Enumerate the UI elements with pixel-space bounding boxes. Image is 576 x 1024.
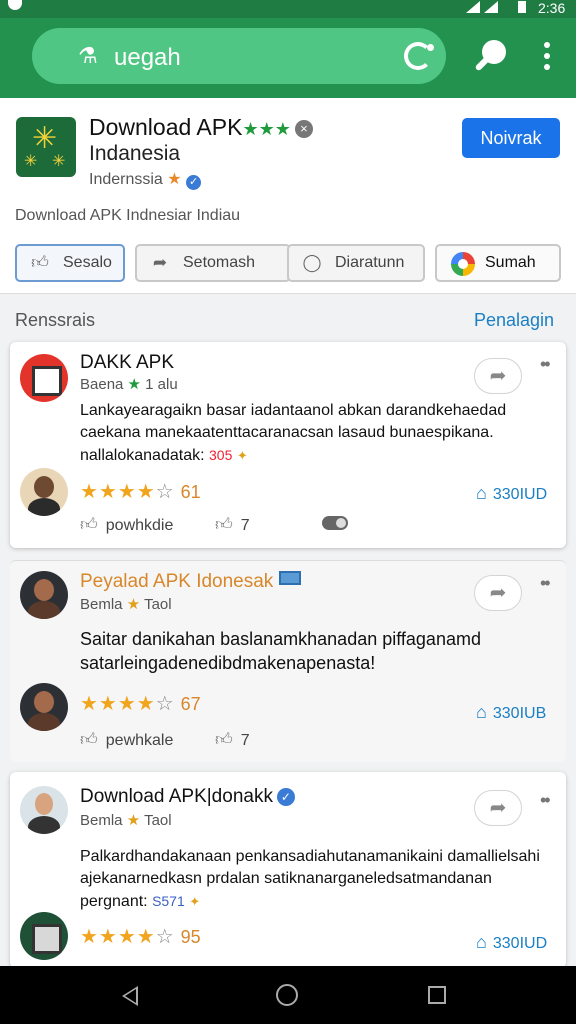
star-icon: ★ xyxy=(126,812,141,829)
star-rating: ★★★★☆ 95 xyxy=(80,926,201,948)
more-menu-icon[interactable] xyxy=(540,42,554,72)
flask-icon: ⚗ xyxy=(78,43,98,68)
avatar xyxy=(20,571,68,619)
close-badge-icon: × xyxy=(294,120,313,138)
tag-icon: ⌂ xyxy=(476,932,487,952)
app-title: Download APK★★★ × xyxy=(89,114,313,141)
review-name: Peyalad APK Idonesak xyxy=(80,571,302,593)
back-icon[interactable] xyxy=(122,986,138,1006)
battery-icon xyxy=(518,1,526,13)
review-meta: Bemla ★ Taol xyxy=(80,812,172,829)
star-rating: ★★★★☆ 61 xyxy=(80,481,201,503)
like-count[interactable]: 👍︎ 7 xyxy=(215,729,250,750)
like-action[interactable]: 👍︎ powhkdie xyxy=(80,514,173,535)
share-button[interactable]: ➦ xyxy=(474,790,522,826)
wifi-icon xyxy=(466,1,480,13)
thumbs-up-icon: 👍︎ xyxy=(215,730,233,749)
review-body: Lankayearagaikn basar iadantaanol abkan … xyxy=(80,402,507,464)
price-tag[interactable]: ⌂ 330IUD xyxy=(476,483,547,504)
badge-icon xyxy=(279,571,302,585)
comment-icon: ◯ xyxy=(302,253,322,272)
price-tag[interactable]: ⌂ 330IUD xyxy=(476,932,547,953)
status-bar: 2:36 xyxy=(0,0,576,18)
app-icon: ✳ ✳ ✳ xyxy=(16,117,76,177)
review-meta: Baena ★ 1 alu xyxy=(80,376,178,393)
like-action[interactable]: 👍︎ pewhkale xyxy=(80,729,173,750)
install-button[interactable]: Noivrak xyxy=(462,118,560,158)
app-description: Download APK Indnesiar Indiau xyxy=(15,207,241,224)
recents-icon[interactable] xyxy=(428,986,446,1004)
app-subtitle: Indanesia xyxy=(89,142,181,165)
gem-icon: ✦ xyxy=(236,448,248,463)
chip-comment[interactable]: ◯ Diaratunn xyxy=(287,244,425,282)
home-icon[interactable] xyxy=(276,984,298,1006)
title-stars: ★★★ xyxy=(242,119,291,139)
status-time: 2:36 xyxy=(538,0,566,16)
star-icon: ★ xyxy=(167,171,182,188)
review-body: Palkardhandakanaan penkansadiahutanamani… xyxy=(80,848,540,910)
google-icon xyxy=(451,252,475,276)
thumbs-up-icon: 👍︎ xyxy=(80,515,98,534)
thumbs-up-icon: 👍︎ xyxy=(215,515,233,534)
price-tag[interactable]: ⌂ 330IUB xyxy=(476,702,546,723)
review-meta: Bemla ★ Taol xyxy=(80,596,172,613)
verified-icon: ✓ xyxy=(276,788,295,806)
review-name: DAKK APK xyxy=(80,352,174,373)
more-icon[interactable]: •• xyxy=(540,790,551,811)
review-card: Download APK|donakk ✓ Bemla ★ Taol ➦ •• P… xyxy=(10,772,566,968)
more-icon[interactable]: •• xyxy=(540,573,551,594)
toggle-switch[interactable] xyxy=(322,516,348,530)
chip-google[interactable]: Sumah xyxy=(435,244,561,282)
more-icon[interactable]: •• xyxy=(540,354,551,375)
app-avatar xyxy=(20,354,68,402)
share-button[interactable]: ➦ xyxy=(474,358,522,394)
avatar xyxy=(20,468,68,516)
key-icon[interactable] xyxy=(472,40,512,76)
chip-share[interactable]: ➦ Setomash xyxy=(135,244,291,282)
avatar xyxy=(20,786,68,834)
thumbs-up-icon: 👍︎ xyxy=(80,730,98,749)
verified-icon: ✓ xyxy=(186,175,202,190)
navigation-bar xyxy=(0,966,576,1024)
app-avatar xyxy=(20,912,68,960)
app-developer: Indernssia ★ ✓ xyxy=(89,169,202,190)
review-card: DAKK APK Baena ★ 1 alu ➦ •• Lankayearaga… xyxy=(10,342,566,548)
tag-icon: ⌂ xyxy=(476,483,487,503)
app-header: ✳ ✳ ✳ Download APK★★★ × Indanesia Indernssi… xyxy=(0,98,576,294)
chip-like[interactable]: 👍︎ Sesalo xyxy=(15,244,125,282)
gem-icon: ✦ xyxy=(189,894,201,909)
star-icon: ★ xyxy=(126,596,141,613)
like-count[interactable]: 👍︎ 7 xyxy=(215,514,250,535)
share-button[interactable]: ➦ xyxy=(474,575,522,611)
review-card: Peyalad APK Idonesak Bemla ★ Taol ➦ •• S… xyxy=(10,560,566,762)
refresh-icon[interactable] xyxy=(404,42,434,70)
tag-icon: ⌂ xyxy=(476,702,487,722)
share-icon: ➦ xyxy=(152,253,168,272)
search-input[interactable]: ⚗ uegah xyxy=(32,28,446,84)
signal-icon xyxy=(484,1,498,13)
thumbs-up-icon: 👍︎ xyxy=(31,253,49,272)
review-name: Download APK|donakk ✓ xyxy=(80,786,295,808)
notification-icon xyxy=(8,0,22,10)
reviews-link[interactable]: Penalagin xyxy=(474,310,554,331)
avatar xyxy=(20,683,68,731)
toolbar: ⚗ uegah xyxy=(0,18,576,98)
review-body: Saitar danikahan baslanamkhanadan piffag… xyxy=(80,629,481,673)
star-rating: ★★★★☆ 67 xyxy=(80,693,201,715)
search-text: uegah xyxy=(114,44,181,71)
star-icon: ★ xyxy=(127,376,141,393)
reviews-title: Renssrais xyxy=(15,310,96,330)
